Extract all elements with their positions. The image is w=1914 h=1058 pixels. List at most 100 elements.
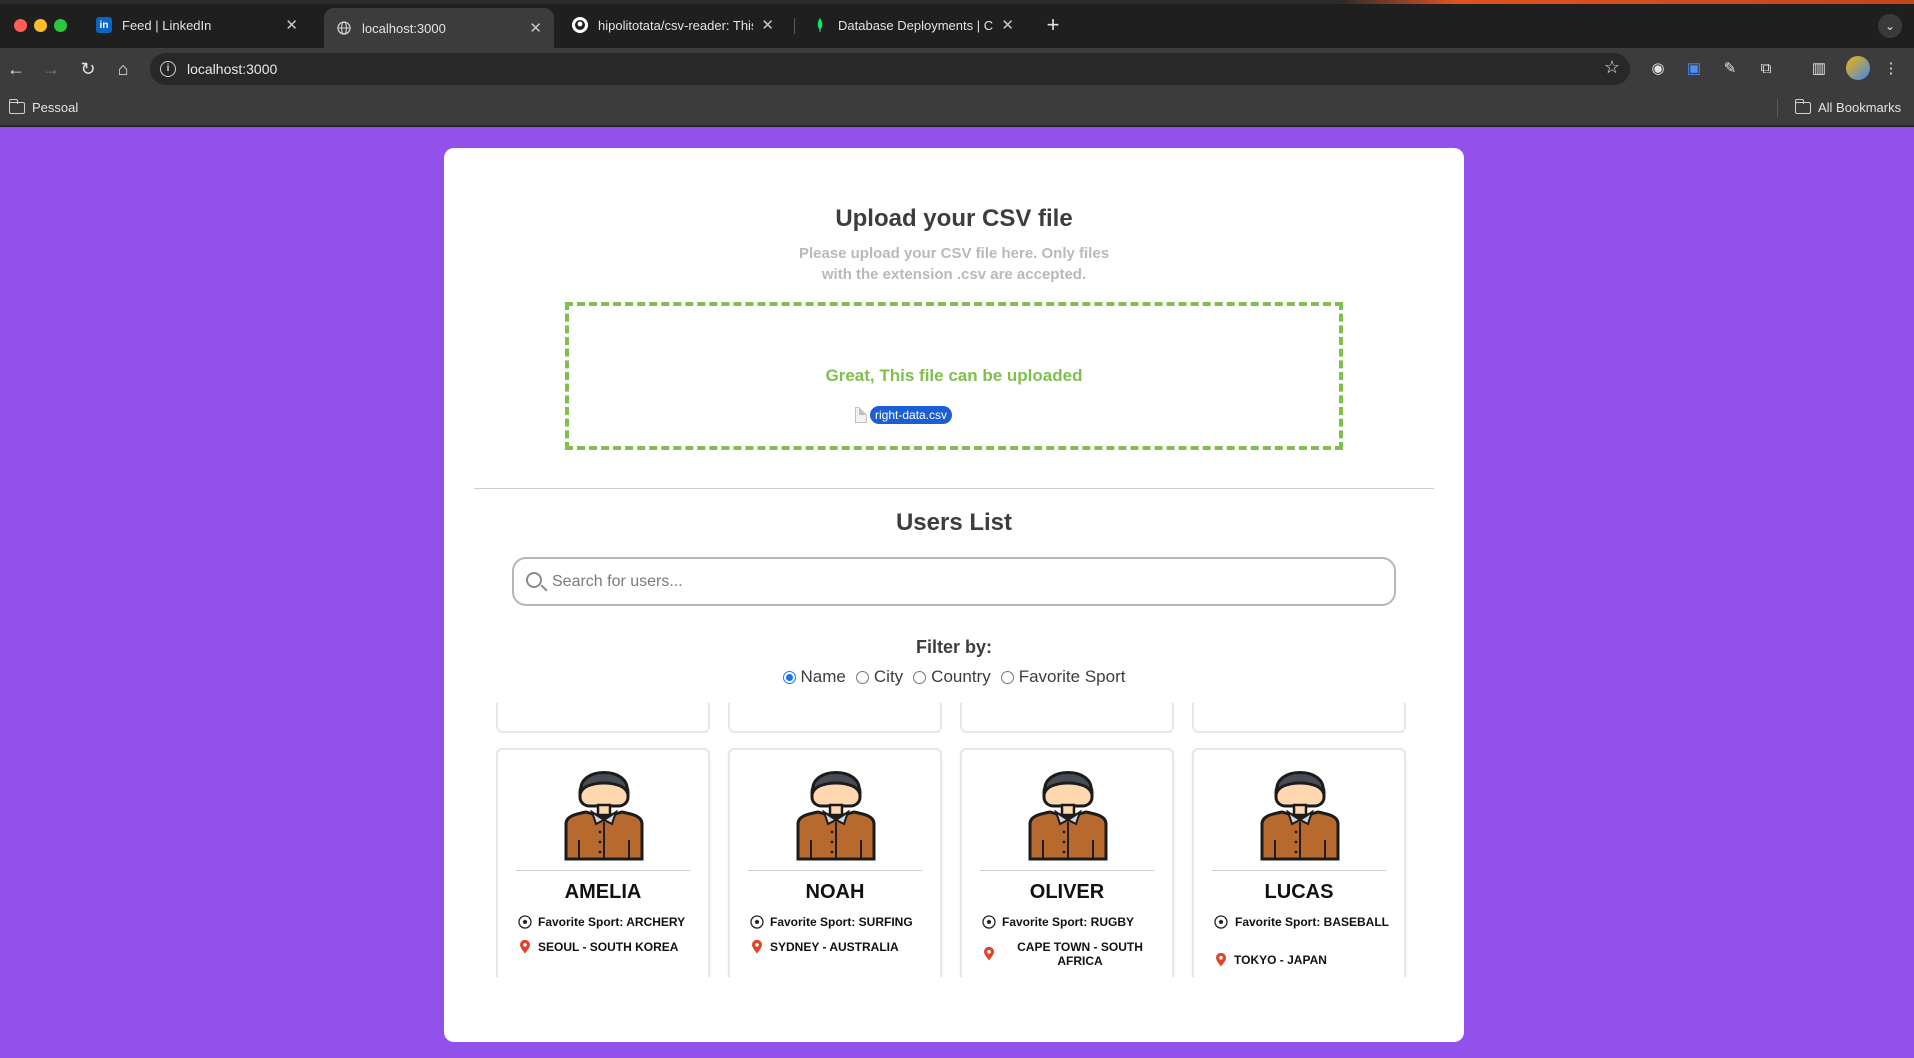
user-card-partial bbox=[728, 703, 942, 733]
location-row: TOKYO - JAPAN bbox=[1214, 953, 1390, 967]
folder-label: All Bookmarks bbox=[1818, 100, 1902, 115]
user-card: LUCAS Favorite Sport: BASEBALL TOKYO - J… bbox=[1192, 748, 1406, 977]
new-tab-button[interactable]: + bbox=[1040, 12, 1066, 38]
filter-sport-label: Favorite Sport bbox=[1018, 667, 1126, 686]
tab-title: Feed | LinkedIn bbox=[122, 17, 212, 33]
location-pin-icon bbox=[984, 947, 994, 961]
close-window-button[interactable] bbox=[14, 19, 27, 32]
soccer-ball-icon bbox=[1214, 915, 1228, 929]
location-row: CAPE TOWN - SOUTH AFRICA bbox=[982, 940, 1158, 968]
folder-label: Pessoal bbox=[32, 100, 79, 115]
soccer-ball-icon bbox=[982, 915, 996, 929]
minimize-window-button[interactable] bbox=[34, 19, 47, 32]
section-divider bbox=[474, 488, 1434, 489]
maximize-window-button[interactable] bbox=[54, 19, 67, 32]
tab-linkedin[interactable]: in Feed | LinkedIn ✕ bbox=[84, 8, 310, 42]
back-button[interactable]: ← bbox=[4, 57, 28, 81]
filter-sport-option[interactable]: Favorite Sport bbox=[1000, 667, 1126, 687]
translate-extension-icon[interactable]: ▣ bbox=[1683, 58, 1705, 80]
user-avatar-icon bbox=[564, 771, 644, 861]
extensions-puzzle-icon[interactable]: ⧉ bbox=[1755, 58, 1777, 80]
user-card: AMELIA Favorite Sport: ARCHERY SEOUL - S… bbox=[496, 748, 710, 977]
favorite-sport-text: Favorite Sport: SURFING bbox=[770, 915, 913, 929]
upload-status-message: Great, This file can be uploaded bbox=[825, 366, 1083, 385]
tab-title: localhost:3000 bbox=[362, 20, 446, 36]
tab-strip: in Feed | LinkedIn ✕ localhost:3000 ✕ hi… bbox=[0, 0, 1914, 48]
filter-city-radio[interactable] bbox=[855, 670, 869, 684]
favorite-sport-text: Favorite Sport: ARCHERY bbox=[538, 915, 686, 929]
tab-search-button[interactable]: ⌄ bbox=[1878, 14, 1902, 38]
location-row: SEOUL - SOUTH KOREA bbox=[518, 940, 694, 954]
close-tab-icon[interactable]: ✕ bbox=[529, 19, 542, 37]
bookmark-separator bbox=[1777, 99, 1778, 117]
eyedropper-icon[interactable]: ✎ bbox=[1719, 58, 1741, 80]
favorite-sport-text: Favorite Sport: BASEBALL bbox=[1234, 915, 1389, 929]
card-divider bbox=[980, 870, 1154, 871]
profile-avatar[interactable] bbox=[1846, 56, 1870, 80]
mongodb-leaf-icon bbox=[812, 17, 828, 33]
filter-city-option[interactable]: City bbox=[855, 667, 904, 687]
home-button[interactable]: ⌂ bbox=[111, 57, 135, 81]
user-name: OLIVER bbox=[1029, 881, 1105, 903]
user-name: AMELIA bbox=[564, 881, 642, 903]
selected-file: right-data.csv bbox=[855, 406, 953, 424]
favorite-sport-row: Favorite Sport: RUGBY bbox=[982, 915, 1158, 929]
address-bar[interactable]: i localhost:3000 ☆ bbox=[150, 53, 1630, 85]
github-icon bbox=[572, 17, 588, 33]
bookmark-folder-pessoal[interactable]: Pessoal bbox=[8, 98, 79, 115]
filter-name-label: Name bbox=[800, 667, 846, 686]
user-avatar-icon bbox=[796, 771, 876, 861]
soccer-ball-icon bbox=[518, 915, 532, 929]
search-input[interactable] bbox=[552, 565, 1372, 598]
page-viewport: Upload your CSV file Please upload your … bbox=[0, 127, 1914, 1058]
tab-github[interactable]: hipolitotata/csv-reader: This p ✕ bbox=[560, 8, 786, 42]
location-pin-icon bbox=[520, 940, 530, 954]
folder-icon bbox=[8, 98, 25, 114]
filter-name-radio[interactable] bbox=[782, 670, 796, 684]
bookmark-star-icon[interactable]: ☆ bbox=[1604, 57, 1620, 78]
location-pin-icon bbox=[1216, 953, 1226, 967]
folder-icon bbox=[1794, 98, 1811, 114]
linkedin-icon: in bbox=[96, 17, 112, 33]
tab-title: hipolitotata/csv-reader: This p bbox=[598, 17, 754, 33]
search-icon bbox=[526, 572, 542, 588]
filter-country-option[interactable]: Country bbox=[913, 667, 991, 687]
close-tab-icon[interactable]: ✕ bbox=[1001, 16, 1014, 34]
location-text: SEOUL - SOUTH KOREA bbox=[538, 940, 679, 954]
upload-description: Please upload your CSV file here. Only f… bbox=[798, 245, 1110, 283]
user-card: NOAH Favorite Sport: SURFING SYDNEY - AU… bbox=[728, 748, 942, 977]
site-info-icon[interactable]: i bbox=[160, 61, 176, 77]
forward-button[interactable]: → bbox=[39, 57, 63, 81]
url-text: localhost:3000 bbox=[187, 61, 278, 77]
tab-localhost[interactable]: localhost:3000 ✕ bbox=[324, 8, 554, 48]
browser-toolbar: ← → ↻ ⌂ i localhost:3000 ☆ ◉ ▣ ✎ ⧉ ▥ ⋮ bbox=[0, 48, 1914, 90]
location-text: SYDNEY - AUSTRALIA bbox=[770, 940, 899, 954]
bookmarks-bar: Pessoal All Bookmarks bbox=[0, 90, 1914, 126]
main-panel: Upload your CSV file Please upload your … bbox=[444, 148, 1464, 1042]
favorite-sport-row: Favorite Sport: SURFING bbox=[750, 915, 926, 929]
bookmark-folder-all[interactable]: All Bookmarks bbox=[1794, 98, 1902, 115]
browser-menu-icon[interactable]: ⋮ bbox=[1880, 58, 1902, 80]
side-panel-icon[interactable]: ▥ bbox=[1808, 58, 1830, 80]
card-divider bbox=[748, 870, 922, 871]
user-card-partial bbox=[1192, 703, 1406, 733]
reload-button[interactable]: ↻ bbox=[76, 57, 100, 81]
filter-country-label: Country bbox=[931, 667, 991, 686]
close-tab-icon[interactable]: ✕ bbox=[761, 16, 774, 34]
location-row: SYDNEY - AUSTRALIA bbox=[750, 940, 926, 954]
filter-city-label: City bbox=[873, 667, 904, 686]
tab-mongodb[interactable]: Database Deployments | Clou ✕ bbox=[800, 8, 1026, 42]
csv-dropzone[interactable]: Great, This file can be uploaded right-d… bbox=[565, 302, 1343, 450]
favorite-sport-row: Favorite Sport: BASEBALL bbox=[1214, 915, 1390, 929]
soccer-ball-icon bbox=[750, 915, 764, 929]
close-tab-icon[interactable]: ✕ bbox=[285, 16, 298, 34]
filter-sport-radio[interactable] bbox=[1000, 670, 1014, 684]
extension-icon[interactable]: ◉ bbox=[1647, 58, 1669, 80]
user-avatar-icon bbox=[1260, 771, 1340, 861]
user-card-partial bbox=[496, 703, 710, 733]
favorite-sport-text: Favorite Sport: RUGBY bbox=[1002, 915, 1135, 929]
user-card: OLIVER Favorite Sport: RUGBY CAPE TOWN -… bbox=[960, 748, 1174, 977]
filter-name-option[interactable]: Name bbox=[782, 667, 846, 687]
filter-country-radio[interactable] bbox=[913, 670, 927, 684]
user-name: NOAH bbox=[805, 881, 865, 903]
